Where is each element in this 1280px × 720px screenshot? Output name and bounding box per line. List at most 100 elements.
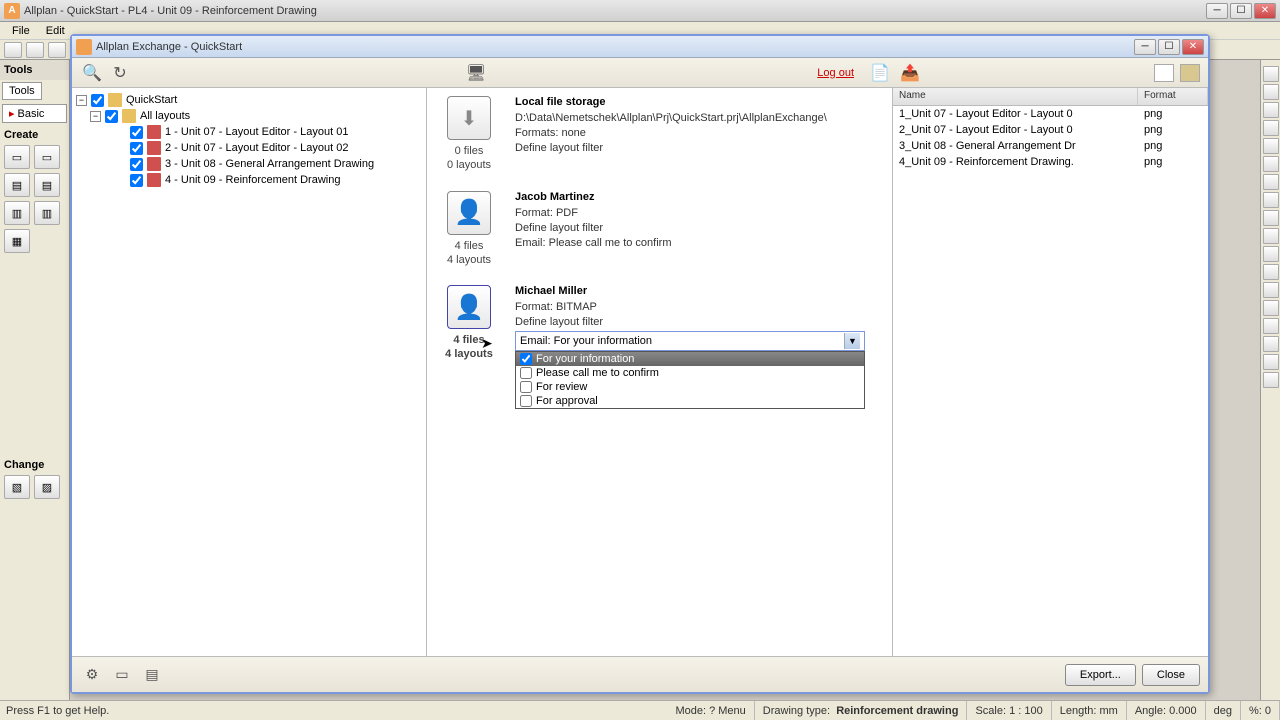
file-row[interactable]: 2_Unit 07 - Layout Editor - Layout 0 png — [893, 122, 1208, 138]
export-icon[interactable]: 📤 — [898, 61, 922, 85]
monitor-icon[interactable]: 🖥 — [464, 61, 488, 85]
option-checkbox[interactable] — [520, 353, 532, 365]
email-option[interactable]: Please call me to confirm — [516, 366, 864, 380]
email-option-selected[interactable]: For your information — [516, 352, 864, 366]
file-row[interactable]: 1_Unit 07 - Layout Editor - Layout 0 png — [893, 106, 1208, 122]
gear-icon[interactable]: ⚙ — [80, 665, 104, 685]
right-tool-icon[interactable] — [1263, 354, 1279, 370]
right-tool-icon[interactable] — [1263, 336, 1279, 352]
dropdown-arrow-icon[interactable]: ▼ — [844, 333, 860, 349]
tree-item[interactable]: 4 - Unit 09 - Reinforcement Drawing — [76, 172, 422, 188]
option-checkbox[interactable] — [520, 395, 532, 407]
right-tool-icon[interactable] — [1263, 138, 1279, 154]
tool-icon[interactable]: ▭ — [4, 145, 30, 169]
tool-icon[interactable]: ▤ — [34, 173, 60, 197]
view-toggle-2[interactable] — [1180, 64, 1200, 82]
tool-icon[interactable]: ▤ — [4, 173, 30, 197]
right-tool-icon[interactable] — [1263, 246, 1279, 262]
collapse-icon[interactable]: − — [90, 111, 101, 122]
tree-checkbox[interactable] — [105, 110, 118, 123]
tool-icon[interactable]: ▥ — [34, 201, 60, 225]
status-angle[interactable]: Angle: 0.000 — [1127, 701, 1206, 720]
email-select[interactable]: Email: For your information ▼ — [515, 331, 865, 351]
view-toggle-1[interactable] — [1154, 64, 1174, 82]
col-name-header[interactable]: Name — [893, 88, 1138, 105]
email-combo[interactable]: Email: For your information ▼ For your i… — [515, 331, 865, 351]
page-icon[interactable]: 📄 — [868, 61, 892, 85]
recipient-person[interactable]: 👤 4 files 4 layouts Jacob Martinez Forma… — [439, 191, 880, 268]
tool-icon[interactable]: ▦ — [4, 229, 30, 253]
menu-file[interactable]: File — [4, 25, 38, 37]
define-filter-link[interactable]: Define layout filter — [515, 316, 880, 328]
tool-icon[interactable]: ▨ — [34, 475, 60, 499]
define-filter-link[interactable]: Define layout filter — [515, 142, 880, 154]
tree-checkbox[interactable] — [91, 94, 104, 107]
email-option[interactable]: For review — [516, 380, 864, 394]
right-tool-icon[interactable] — [1263, 300, 1279, 316]
file-format: png — [1138, 123, 1208, 137]
left-tools-panel: Tools Tools ▸Basic Create ▭▭ ▤▤ ▥▥ ▦ Cha… — [0, 60, 70, 700]
page-icon[interactable]: ▭ — [110, 665, 134, 685]
exchange-titlebar: Allplan Exchange - QuickStart ─ ☐ ✕ — [72, 36, 1208, 58]
toolbar-button[interactable] — [4, 42, 22, 58]
exchange-minimize-button[interactable]: ─ — [1134, 39, 1156, 55]
exchange-close-button[interactable]: ✕ — [1182, 39, 1204, 55]
option-checkbox[interactable] — [520, 367, 532, 379]
right-tool-icon[interactable] — [1263, 264, 1279, 280]
status-help: Press F1 to get Help. — [0, 705, 667, 717]
status-scale[interactable]: Scale: 1 : 100 — [967, 701, 1051, 720]
status-length[interactable]: Length: mm — [1052, 701, 1127, 720]
tree-all-layouts[interactable]: − All layouts — [76, 108, 422, 124]
tree-checkbox[interactable] — [130, 142, 143, 155]
collapse-icon[interactable]: − — [76, 95, 87, 106]
tree-checkbox[interactable] — [130, 158, 143, 171]
minimize-button[interactable]: ─ — [1206, 3, 1228, 19]
recipient-person-selected[interactable]: 👤 4 files 4 layouts Michael Miller Forma… — [439, 285, 880, 362]
tool-icon[interactable]: ▭ — [34, 145, 60, 169]
right-tool-icon[interactable] — [1263, 120, 1279, 136]
col-format-header[interactable]: Format — [1138, 88, 1208, 105]
right-tool-icon[interactable] — [1263, 102, 1279, 118]
tree-checkbox[interactable] — [130, 126, 143, 139]
tab-basic[interactable]: ▸Basic — [2, 104, 67, 123]
recipient-local-storage[interactable]: ⬇ 0 files 0 layouts Local file storage D… — [439, 96, 880, 173]
send-icon[interactable]: ▤ — [140, 665, 164, 685]
maximize-button[interactable]: ☐ — [1230, 3, 1252, 19]
logout-link[interactable]: Log out — [817, 67, 854, 79]
option-label: For your information — [536, 353, 634, 365]
right-tool-icon[interactable] — [1263, 318, 1279, 334]
right-tool-icon[interactable] — [1263, 228, 1279, 244]
right-tool-icon[interactable] — [1263, 156, 1279, 172]
layouts-count: 0 layouts — [447, 158, 491, 172]
option-checkbox[interactable] — [520, 381, 532, 393]
search-icon[interactable]: 🔍 — [80, 61, 104, 85]
file-row[interactable]: 4_Unit 09 - Reinforcement Drawing. png — [893, 154, 1208, 170]
tab-tools[interactable]: Tools — [2, 82, 42, 100]
close-button[interactable]: ✕ — [1254, 3, 1276, 19]
right-tool-icon[interactable] — [1263, 372, 1279, 388]
file-name: 1_Unit 07 - Layout Editor - Layout 0 — [893, 107, 1138, 121]
close-button[interactable]: Close — [1142, 664, 1200, 686]
tree-root[interactable]: − QuickStart — [76, 92, 422, 108]
define-filter-link[interactable]: Define layout filter — [515, 222, 880, 234]
tool-icon[interactable]: ▧ — [4, 475, 30, 499]
toolbar-button[interactable] — [48, 42, 66, 58]
right-tool-icon[interactable] — [1263, 174, 1279, 190]
tree-checkbox[interactable] — [130, 174, 143, 187]
right-tool-icon[interactable] — [1263, 84, 1279, 100]
email-option[interactable]: For approval — [516, 394, 864, 408]
tree-item[interactable]: 1 - Unit 07 - Layout Editor - Layout 01 — [76, 124, 422, 140]
menu-edit[interactable]: Edit — [38, 25, 73, 37]
tool-icon[interactable]: ▥ — [4, 201, 30, 225]
right-tool-icon[interactable] — [1263, 282, 1279, 298]
right-tool-icon[interactable] — [1263, 192, 1279, 208]
refresh-icon[interactable]: ↻ — [108, 61, 132, 85]
tree-item[interactable]: 3 - Unit 08 - General Arrangement Drawin… — [76, 156, 422, 172]
file-row[interactable]: 3_Unit 08 - General Arrangement Dr png — [893, 138, 1208, 154]
export-button[interactable]: Export... — [1065, 664, 1136, 686]
toolbar-button[interactable] — [26, 42, 44, 58]
right-tool-icon[interactable] — [1263, 210, 1279, 226]
right-tool-icon[interactable] — [1263, 66, 1279, 82]
tree-item[interactable]: 2 - Unit 07 - Layout Editor - Layout 02 — [76, 140, 422, 156]
exchange-maximize-button[interactable]: ☐ — [1158, 39, 1180, 55]
